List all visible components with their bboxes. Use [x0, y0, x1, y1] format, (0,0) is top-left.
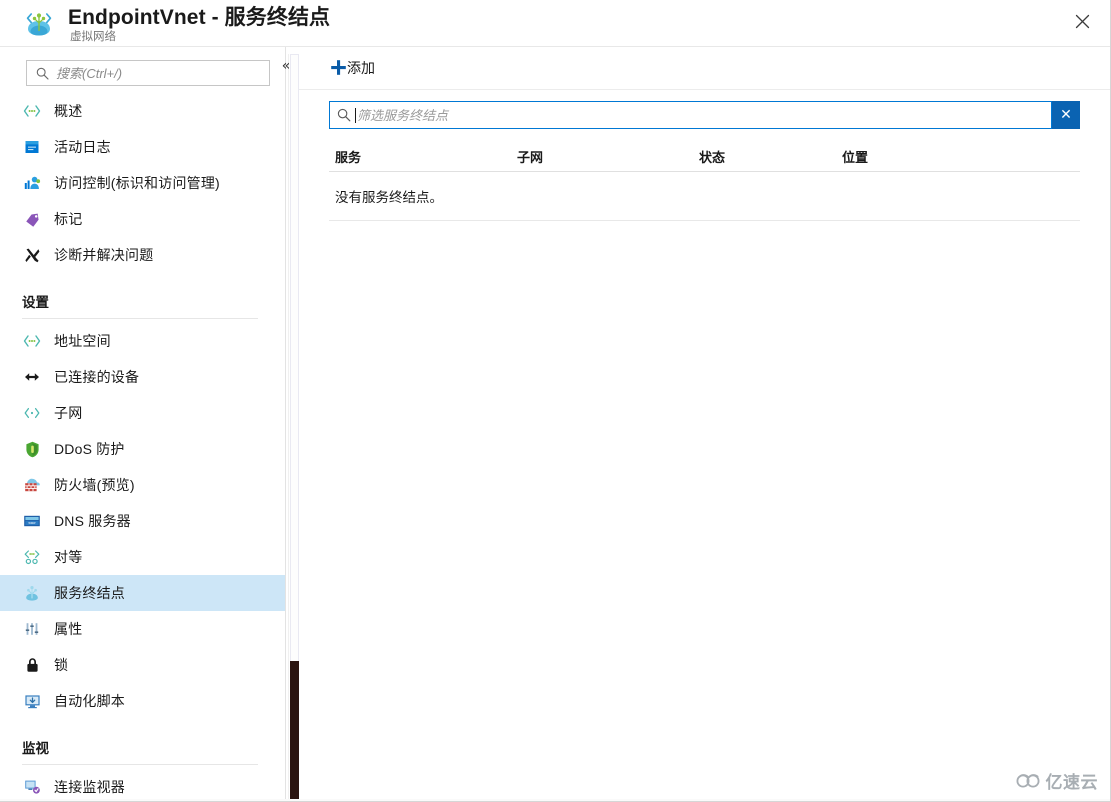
- service-endpoints-grid: 服务 子网 状态 位置 没有服务终结点。: [329, 139, 1080, 221]
- search-input[interactable]: [56, 65, 246, 81]
- column-header-service: 服务: [335, 150, 362, 165]
- filter-clear-button[interactable]: ✕: [1052, 101, 1080, 129]
- svg-text:www: www: [29, 521, 37, 525]
- add-button[interactable]: 添加: [319, 53, 385, 83]
- automation-script-icon: [22, 691, 42, 711]
- sidebar-section-settings: 设置: [0, 273, 285, 319]
- tag-icon: [22, 209, 42, 229]
- sidebar-scrollbar-thumb[interactable]: [290, 661, 299, 801]
- sidebar-item-automation-script[interactable]: 自动化脚本: [0, 683, 285, 719]
- add-button-label: 添加: [347, 60, 375, 76]
- sidebar-item-dns-servers[interactable]: www DNS 服务器: [0, 503, 285, 539]
- sidebar-item-tags[interactable]: 标记: [0, 201, 285, 237]
- sidebar-nav: 概述 活动日志: [0, 47, 286, 801]
- lock-icon: [22, 655, 42, 675]
- sidebar-item-activity-log[interactable]: 活动日志: [0, 129, 285, 165]
- sidebar-item-label: 地址空间: [54, 333, 111, 349]
- sidebar-item-label: 锁: [54, 657, 69, 673]
- sidebar-item-label: DNS 服务器: [54, 513, 131, 529]
- command-toolbar: 添加: [299, 47, 1110, 90]
- connection-monitor-icon: [22, 777, 42, 797]
- filter-row: ✕: [329, 101, 1080, 129]
- sidebar-item-label: 诊断并解决问题: [54, 247, 154, 263]
- sidebar-scrollbar[interactable]: [288, 54, 299, 801]
- sidebar-search[interactable]: [26, 60, 270, 86]
- diagnose-icon: [22, 245, 42, 265]
- sidebar-section-title: 监视: [22, 741, 49, 756]
- sidebar-item-label: 访问控制(标识和访问管理): [54, 175, 220, 191]
- sidebar-item-label: 自动化脚本: [54, 693, 125, 709]
- column-header-subnet: 子网: [517, 150, 544, 165]
- access-control-icon: [22, 173, 42, 193]
- watermark: 亿速云: [1015, 768, 1099, 793]
- sidebar-item-label: 连接监视器: [54, 779, 125, 795]
- sidebar-item-address-space[interactable]: 地址空间: [0, 323, 285, 359]
- virtual-network-icon: [22, 7, 56, 41]
- search-icon: [36, 67, 49, 80]
- ddos-shield-icon: [22, 439, 42, 459]
- watermark-text: 亿速云: [1045, 773, 1098, 792]
- peering-icon: [22, 547, 42, 567]
- sidebar-item-ddos-protection[interactable]: DDoS 防护: [0, 431, 285, 467]
- sidebar-item-firewall[interactable]: 防火墙(预览): [0, 467, 285, 503]
- sidebar-item-label: 防火墙(预览): [54, 477, 135, 493]
- bottom-edge: [0, 799, 1110, 801]
- grid-empty-row: 没有服务终结点。: [329, 172, 1080, 221]
- page-title: EndpointVnet - 服务终结点: [68, 6, 331, 29]
- filter-input[interactable]: [357, 107, 1051, 123]
- service-endpoint-icon: [22, 583, 42, 603]
- sidebar-item-label: 已连接的设备: [54, 369, 140, 385]
- sidebar-item-service-endpoints[interactable]: 服务终结点: [0, 575, 285, 611]
- sidebar-item-label: 对等: [54, 549, 83, 565]
- content-pane: 添加 ✕ 服务 子网 状态 位置 没有服务终结点。: [299, 47, 1110, 801]
- close-blade-button[interactable]: [1061, 2, 1103, 40]
- search-icon: [337, 108, 351, 122]
- sidebar-item-access-control[interactable]: 访问控制(标识和访问管理): [0, 165, 285, 201]
- sidebar-item-label: 属性: [54, 621, 83, 637]
- activity-log-icon: [22, 137, 42, 157]
- cloud-logo-icon: [1016, 773, 1039, 787]
- plus-icon: [330, 59, 347, 76]
- service-endpoints-blade: EndpointVnet - 服务终结点 虚拟网络 搜索(Ctrl+/) 概述 …: [0, 0, 1111, 802]
- sidebar-item-diagnose[interactable]: 诊断并解决问题: [0, 237, 285, 273]
- filter-input-box[interactable]: [329, 101, 1052, 129]
- empty-state-message: 没有服务终结点。: [335, 190, 443, 205]
- column-header-status: 状态: [699, 150, 726, 165]
- sidebar-item-locks[interactable]: 锁: [0, 647, 285, 683]
- sidebar-section-divider: [22, 318, 258, 319]
- sidebar-item-label: 标记: [54, 211, 83, 227]
- sidebar-section-divider: [22, 764, 258, 765]
- address-space-icon: [22, 331, 42, 351]
- column-header-location: 位置: [842, 150, 869, 165]
- sidebar-item-label: 活动日志: [54, 139, 111, 155]
- sidebar-item-connected-devices[interactable]: 已连接的设备: [0, 359, 285, 395]
- connected-devices-icon: [22, 367, 42, 387]
- subnet-icon: [22, 403, 42, 423]
- close-icon: [1075, 14, 1089, 28]
- blade-header: EndpointVnet - 服务终结点 虚拟网络: [0, 0, 1110, 47]
- sidebar-section-title: 设置: [22, 295, 49, 310]
- properties-icon: [22, 619, 42, 639]
- dns-server-icon: www: [22, 511, 42, 531]
- sidebar-item-label: 服务终结点: [54, 585, 125, 601]
- firewall-icon: [22, 475, 42, 495]
- sidebar-item-label: 概述: [54, 103, 83, 119]
- sidebar-item-label: DDoS 防护: [54, 441, 125, 457]
- overview-icon: [22, 101, 42, 121]
- sidebar-item-peerings[interactable]: 对等: [0, 539, 285, 575]
- sidebar-item-subnets[interactable]: 子网: [0, 395, 285, 431]
- text-caret: [355, 107, 356, 123]
- sidebar-item-connection-monitor[interactable]: 连接监视器: [0, 769, 285, 801]
- sidebar-section-monitoring: 监视: [0, 719, 285, 765]
- sidebar-item-label: 子网: [54, 405, 83, 421]
- grid-header-row: 服务 子网 状态 位置: [329, 139, 1080, 172]
- collapse-sidebar-button[interactable]: «: [277, 55, 295, 77]
- sidebar-item-properties[interactable]: 属性: [0, 611, 285, 647]
- sidebar-items-list: 概述 活动日志 访问控制(标识和访问管理) 标记 诊断并解决问题 设置 地址空间…: [0, 93, 285, 801]
- sidebar-item-overview[interactable]: 概述: [0, 93, 285, 129]
- page-subtitle: 虚拟网络: [70, 31, 116, 43]
